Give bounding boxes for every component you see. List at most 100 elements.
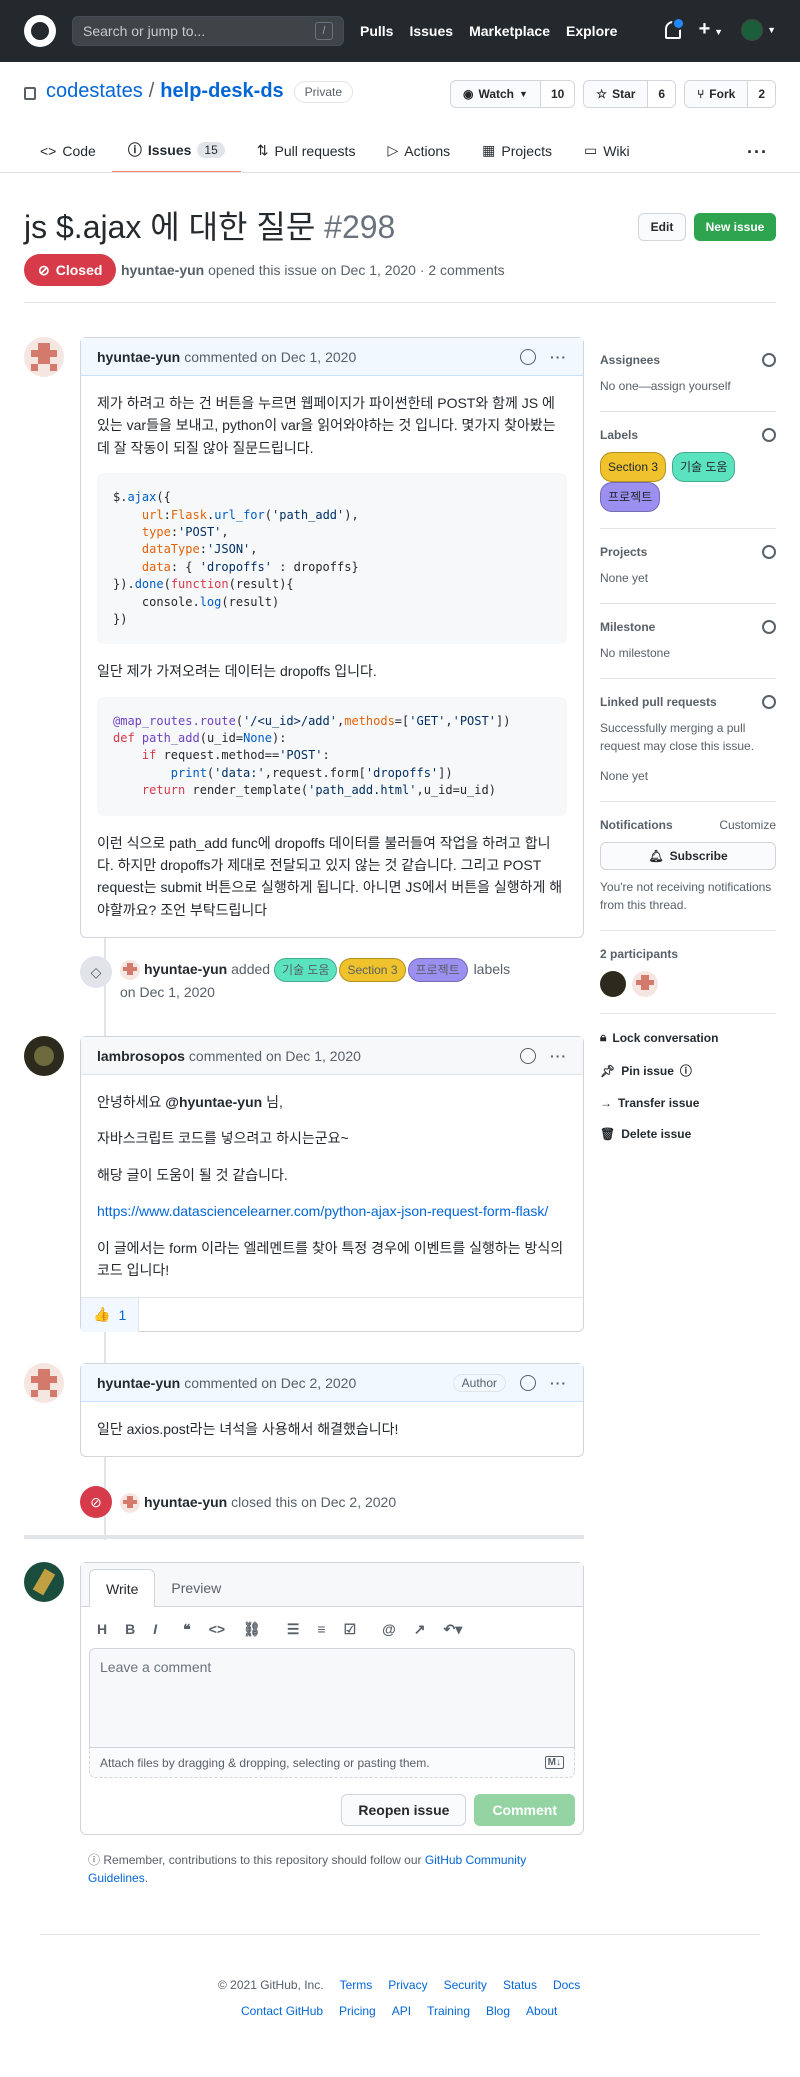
footer-link[interactable]: Blog: [486, 2004, 510, 2018]
footer-link[interactable]: Docs: [553, 1978, 580, 1992]
gear-icon[interactable]: [762, 620, 776, 634]
tab-code[interactable]: <> Code: [24, 128, 112, 173]
cross-reference-icon[interactable]: ↗: [414, 1621, 426, 1638]
fork-button[interactable]: ⑂ Fork 2: [684, 80, 776, 108]
repo-name-link[interactable]: help-desk-ds: [160, 80, 283, 103]
watch-count[interactable]: 10: [539, 81, 575, 107]
tab-preview[interactable]: Preview: [155, 1569, 237, 1606]
delete-issue-link[interactable]: 🗑︎ Delete issue: [600, 1127, 776, 1141]
footer-link[interactable]: Training: [427, 2004, 470, 2018]
nav-issues[interactable]: Issues: [409, 23, 453, 39]
star-count[interactable]: 6: [647, 81, 676, 107]
smiley-icon[interactable]: [520, 1047, 536, 1064]
label-badge[interactable]: 기술 도움: [671, 452, 736, 482]
footer-link[interactable]: Status: [503, 1978, 537, 1992]
tab-write[interactable]: Write: [89, 1569, 156, 1607]
comment-date[interactable]: commented on Dec 1, 2020: [184, 349, 356, 365]
avatar[interactable]: [120, 1493, 140, 1514]
sidebar-heading[interactable]: Projects: [600, 545, 647, 559]
label-badge[interactable]: 프로젝트: [407, 958, 468, 982]
gear-icon[interactable]: [762, 428, 776, 442]
label-badge[interactable]: Section 3: [339, 958, 406, 982]
gear-icon[interactable]: [762, 545, 776, 559]
fork-count[interactable]: 2: [747, 81, 775, 107]
comment-button[interactable]: Comment: [474, 1794, 575, 1826]
code-icon[interactable]: <>: [209, 1621, 225, 1638]
lock-conversation-link[interactable]: 🔒︎ Lock conversation: [600, 1030, 776, 1045]
comment-author[interactable]: lambrosopos: [97, 1048, 185, 1064]
user-menu-button[interactable]: ▼: [741, 18, 776, 41]
watch-button[interactable]: ◉ Watch ▼ 10: [449, 80, 576, 108]
avatar[interactable]: [24, 1036, 64, 1076]
footer-link[interactable]: Contact GitHub: [241, 2004, 323, 2018]
link-icon[interactable]: ⛓: [243, 1621, 261, 1638]
smiley-icon[interactable]: [520, 348, 536, 365]
comment-author[interactable]: hyuntae-yun: [97, 1375, 180, 1391]
participant-avatar[interactable]: [632, 971, 658, 997]
kebab-horizontal-icon[interactable]: ···: [550, 1375, 567, 1391]
tab-projects[interactable]: ▦ Projects: [466, 128, 568, 173]
label-badge[interactable]: 프로젝트: [600, 482, 661, 512]
comment-author[interactable]: hyuntae-yun: [97, 349, 180, 365]
tab-pull-requests[interactable]: ⇅ Pull requests: [241, 128, 372, 173]
pin-issue-link[interactable]: 📌︎ Pin issue ⓘ: [600, 1062, 776, 1079]
thumbs-up-reaction[interactable]: 👍 1: [81, 1297, 140, 1332]
italic-icon[interactable]: I: [153, 1621, 157, 1638]
external-link[interactable]: https://www.datasciencelearner.com/pytho…: [97, 1203, 548, 1219]
kebab-horizontal-icon[interactable]: ···: [550, 1048, 567, 1064]
participant-avatar[interactable]: [600, 971, 626, 997]
nav-explore[interactable]: Explore: [566, 23, 617, 39]
star-button[interactable]: ☆ Star 6: [583, 80, 677, 108]
sidebar-heading[interactable]: Linked pull requests: [600, 695, 717, 709]
markdown-icon[interactable]: M↓: [544, 1756, 564, 1769]
footer-link[interactable]: Privacy: [388, 1978, 427, 1992]
comment-textarea[interactable]: Leave a comment: [89, 1648, 575, 1748]
bold-icon[interactable]: B: [125, 1621, 135, 1638]
issue-author-link[interactable]: hyuntae-yun: [121, 262, 204, 278]
current-user-avatar[interactable]: [24, 1562, 64, 1602]
footer-link[interactable]: About: [526, 2004, 557, 2018]
github-logo-icon[interactable]: [24, 15, 56, 47]
nav-pulls[interactable]: Pulls: [360, 23, 393, 39]
file-attach-area[interactable]: Attach files by dragging & dropping, sel…: [89, 1748, 575, 1778]
reopen-issue-button[interactable]: Reopen issue: [341, 1794, 467, 1826]
customize-link[interactable]: Customize: [719, 818, 776, 832]
task-list-icon[interactable]: ☑: [344, 1621, 357, 1638]
unordered-list-icon[interactable]: ☰: [287, 1621, 300, 1638]
kebab-horizontal-icon[interactable]: ···: [550, 349, 567, 365]
gear-icon[interactable]: [762, 695, 776, 709]
notifications-bell-icon[interactable]: [664, 16, 685, 39]
reply-icon[interactable]: ↶▾: [444, 1621, 463, 1638]
subscribe-button[interactable]: 🔔︎ Subscribe: [600, 842, 776, 870]
avatar[interactable]: [24, 337, 64, 377]
label-badge[interactable]: 기술 도움: [273, 958, 338, 982]
tab-issues[interactable]: ⓘ Issues 15: [111, 128, 241, 173]
comment-date[interactable]: commented on Dec 2, 2020: [184, 1375, 356, 1391]
ordered-list-icon[interactable]: ≡: [317, 1621, 325, 1638]
event-actor[interactable]: hyuntae-yun: [144, 1494, 227, 1510]
avatar[interactable]: [24, 1363, 64, 1403]
footer-link[interactable]: Terms: [340, 1978, 373, 1992]
search-input[interactable]: Search or jump to... /: [72, 16, 344, 46]
avatar[interactable]: [120, 960, 140, 981]
repo-owner-link[interactable]: codestates: [46, 80, 143, 103]
tab-actions[interactable]: ▷ Actions: [371, 128, 466, 173]
comment-date[interactable]: commented on Dec 1, 2020: [189, 1048, 361, 1064]
smiley-icon[interactable]: [520, 1374, 536, 1391]
edit-button[interactable]: Edit: [638, 213, 686, 241]
event-actor[interactable]: hyuntae-yun: [144, 961, 227, 977]
more-tabs-icon[interactable]: ···: [747, 142, 768, 163]
tab-wiki[interactable]: ▭ Wiki: [568, 128, 646, 173]
footer-link[interactable]: API: [392, 2004, 411, 2018]
footer-link[interactable]: Security: [444, 1978, 487, 1992]
quote-icon[interactable]: ❝: [183, 1621, 191, 1638]
event-date[interactable]: on Dec 1, 2020: [120, 984, 215, 1000]
transfer-issue-link[interactable]: → Transfer issue: [600, 1096, 776, 1110]
user-mention[interactable]: @hyuntae-yun: [165, 1094, 262, 1110]
label-badge[interactable]: Section 3: [600, 452, 667, 482]
sidebar-heading[interactable]: Milestone: [600, 620, 655, 634]
new-issue-button[interactable]: New issue: [694, 213, 776, 241]
heading-icon[interactable]: H: [97, 1621, 107, 1638]
assign-yourself-link[interactable]: No one—assign yourself: [600, 377, 776, 395]
nav-marketplace[interactable]: Marketplace: [469, 23, 550, 39]
